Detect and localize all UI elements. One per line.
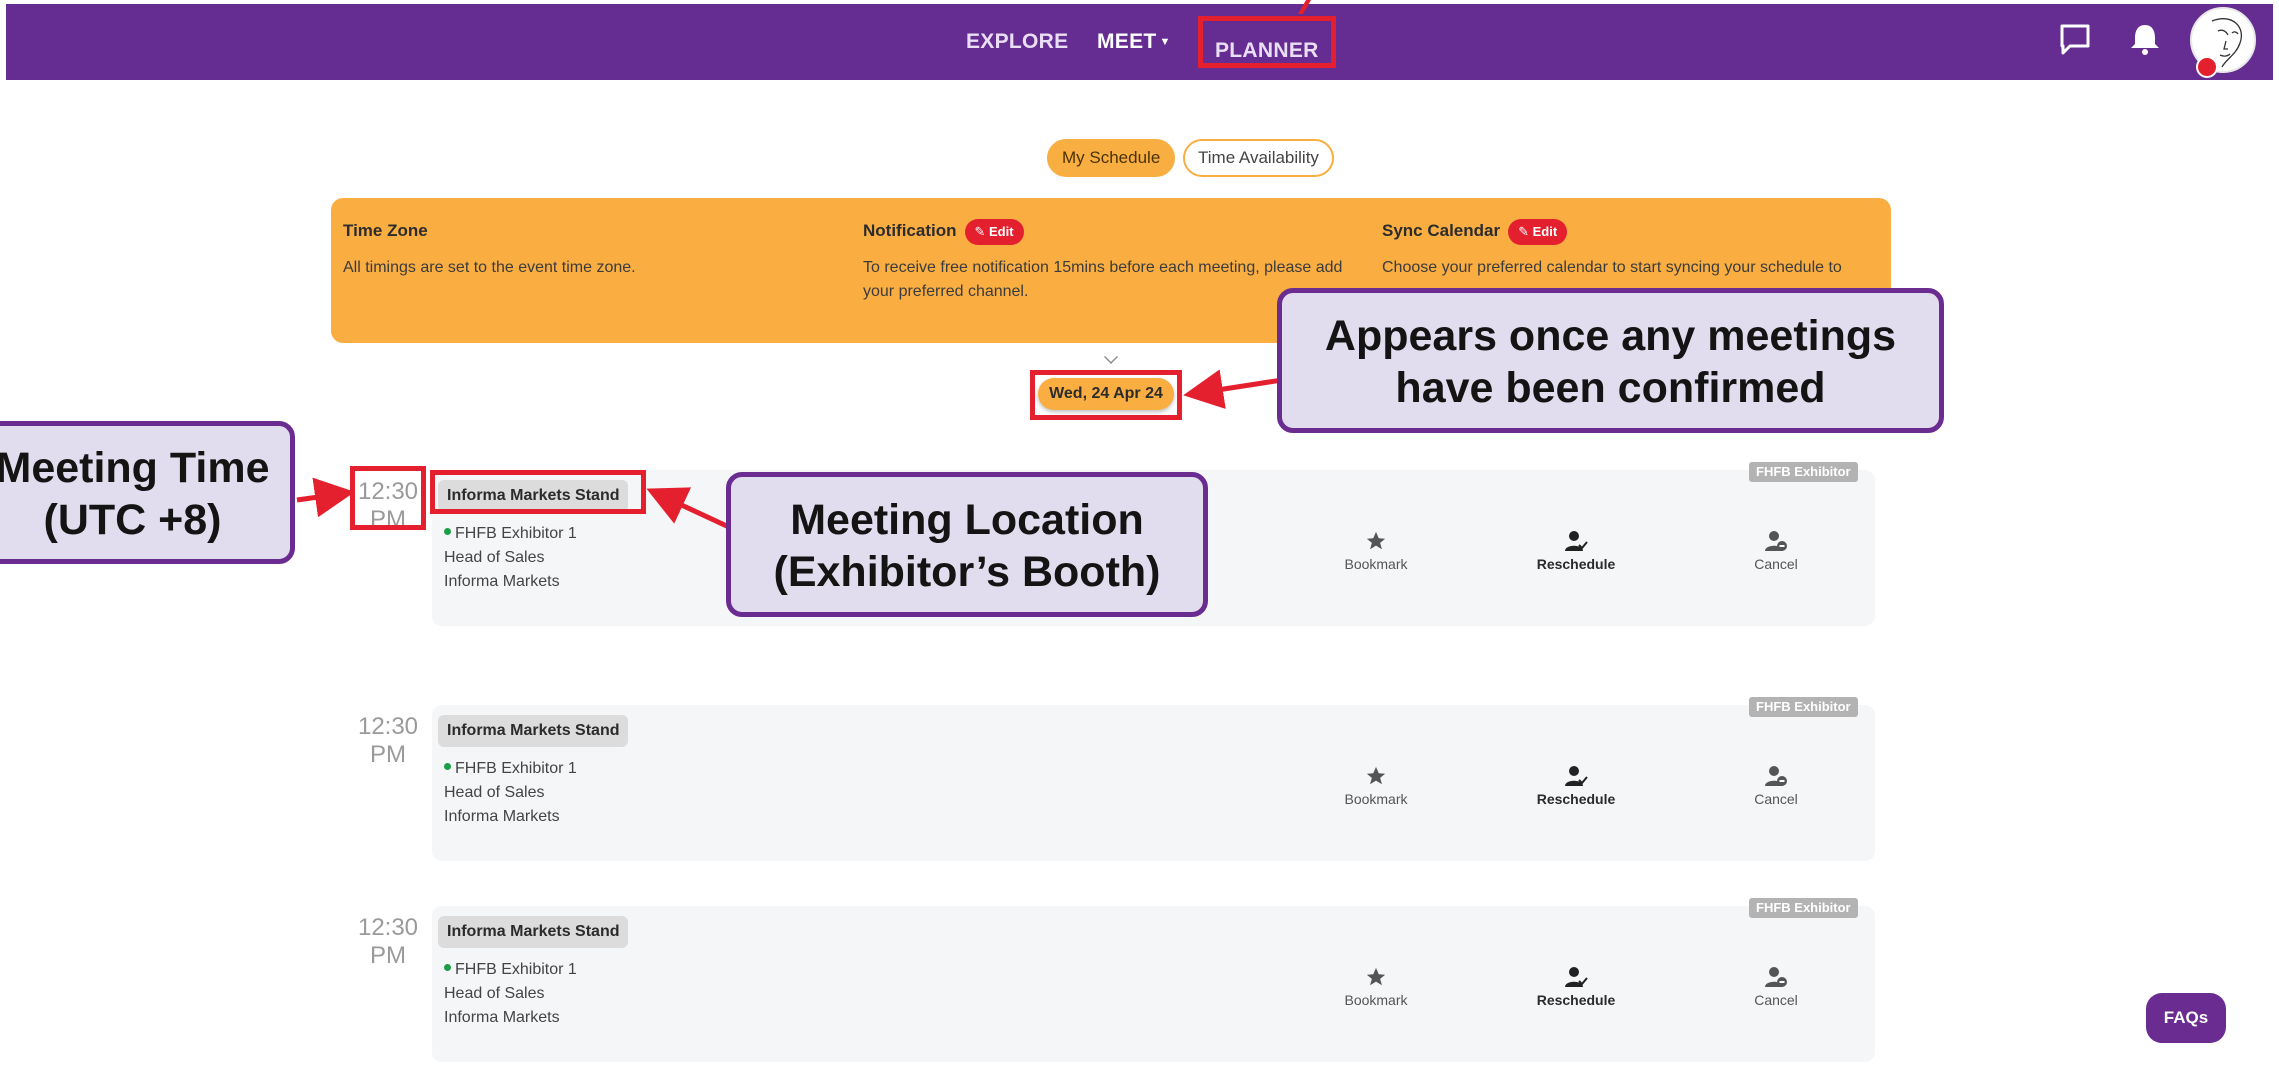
meeting-time: 12:30 PM — [350, 914, 426, 970]
annotation-highlight-location — [430, 470, 646, 514]
exhibitor-name[interactable]: FHFB Exhibitor 1 — [455, 961, 577, 978]
meeting-row: 12:30 PM FHFB Exhibitor Informa Markets S… — [0, 898, 2279, 1066]
meeting-card[interactable] — [432, 705, 1875, 861]
exhibitor-company: Informa Markets — [444, 573, 560, 590]
notification-section: Notification ✎ Edit To receive free notif… — [863, 216, 1343, 304]
tab-my-schedule[interactable]: My Schedule — [1047, 139, 1176, 177]
exhibitor-tag: FHFB Exhibitor — [1749, 462, 1858, 482]
meeting-time-period: PM — [370, 942, 406, 969]
callout-meeting-time-line2: (UTC +8) — [43, 496, 222, 544]
sync-title: Sync Calendar — [1382, 221, 1501, 240]
exhibitor-company: Informa Markets — [444, 808, 560, 825]
person-check-icon — [1565, 766, 1588, 786]
notification-text: To receive free notification 15mins befo… — [863, 259, 1343, 300]
sync-title-row: Sync Calendar ✎ Edit — [1382, 216, 1862, 246]
cancel-label: Cancel — [1754, 791, 1798, 807]
notification-edit-button[interactable]: ✎ Edit — [964, 218, 1024, 245]
bookmark-button[interactable]: Bookmark — [1316, 765, 1436, 807]
reschedule-button[interactable]: Reschedule — [1516, 966, 1636, 1008]
star-icon — [1366, 967, 1386, 986]
sync-calendar-section: Sync Calendar ✎ Edit Choose your preferre… — [1382, 216, 1862, 280]
faq-button[interactable]: FAQs — [2146, 993, 2226, 1043]
notification-title-row: Notification ✎ Edit — [863, 216, 1343, 246]
exhibitor-tag: FHFB Exhibitor — [1749, 697, 1858, 717]
nav-meet[interactable]: MEET ▼ — [1097, 0, 1171, 76]
bell-icon[interactable] — [2126, 20, 2164, 58]
cancel-button[interactable]: Cancel — [1716, 530, 1836, 572]
chat-icon[interactable] — [2056, 20, 2094, 58]
meeting-person: FHFB Exhibitor 1 Head of Sales Informa M… — [444, 958, 577, 1030]
sync-edit-button[interactable]: ✎ Edit — [1508, 218, 1568, 245]
callout-location-line1: Meeting Location — [790, 496, 1144, 544]
exhibitor-name[interactable]: FHFB Exhibitor 1 — [455, 760, 577, 777]
annotation-highlight-time — [350, 466, 426, 530]
meeting-time: 12:30 PM — [350, 713, 426, 769]
meeting-card[interactable] — [432, 906, 1875, 1062]
meeting-person: FHFB Exhibitor 1 Head of Sales Informa M… — [444, 522, 577, 594]
date-badge[interactable]: Wed, 24 Apr 24 — [1038, 378, 1174, 410]
reschedule-label: Reschedule — [1536, 556, 1616, 572]
cancel-button[interactable]: Cancel — [1716, 765, 1836, 807]
reschedule-label: Reschedule — [1536, 992, 1616, 1008]
meeting-time-hour: 12:30 — [357, 713, 419, 740]
timezone-text: All timings are set to the event time zo… — [343, 259, 636, 276]
star-icon — [1366, 766, 1386, 785]
exhibitor-role: Head of Sales — [444, 985, 545, 1002]
exhibitor-tag: FHFB Exhibitor — [1749, 898, 1858, 918]
bookmark-button[interactable]: Bookmark — [1316, 966, 1436, 1008]
online-status-icon — [444, 528, 451, 535]
cancel-label: Cancel — [1754, 556, 1798, 572]
person-remove-icon — [1765, 766, 1787, 786]
meeting-person: FHFB Exhibitor 1 Head of Sales Informa M… — [444, 757, 577, 829]
callout-meeting-time: Meeting Time (UTC +8) — [0, 421, 295, 564]
meeting-time-hour: 12:30 — [357, 914, 419, 941]
bookmark-label: Bookmark — [1344, 992, 1408, 1008]
online-status-icon — [444, 763, 451, 770]
cancel-label: Cancel — [1754, 992, 1798, 1008]
sync-text: Choose your preferred calendar to start … — [1382, 259, 1842, 276]
nav-meet-label: MEET — [1097, 30, 1157, 53]
nav-planner[interactable]: PLANNER — [1198, 16, 1336, 68]
meeting-location: Informa Markets Stand — [438, 916, 629, 948]
notification-title: Notification — [863, 221, 957, 240]
reschedule-button[interactable]: Reschedule — [1516, 765, 1636, 807]
person-remove-icon — [1765, 531, 1787, 551]
reschedule-button[interactable]: Reschedule — [1516, 530, 1636, 572]
exhibitor-role: Head of Sales — [444, 784, 545, 801]
callout-appears-line1: Appears once any meetings — [1324, 312, 1897, 360]
bookmark-button[interactable]: Bookmark — [1316, 530, 1436, 572]
star-icon — [1366, 531, 1386, 550]
tab-time-availability[interactable]: Time Availability — [1183, 139, 1334, 177]
timezone-section: Time Zone All timings are set to the eve… — [343, 216, 823, 280]
reschedule-label: Reschedule — [1536, 791, 1616, 807]
chevron-down-icon[interactable] — [1104, 350, 1118, 364]
callout-meeting-location: Meeting Location (Exhibitor’s Booth) — [726, 472, 1208, 617]
callout-appears-line2: have been confirmed — [1395, 364, 1826, 412]
timezone-title: Time Zone — [343, 221, 428, 240]
person-check-icon — [1565, 531, 1588, 551]
person-check-icon — [1565, 967, 1588, 987]
meeting-location: Informa Markets Stand — [438, 715, 629, 747]
callout-location-line2: (Exhibitor’s Booth) — [773, 548, 1161, 596]
nav-explore[interactable]: EXPLORE — [966, 0, 1068, 76]
chevron-down-icon: ▼ — [1159, 36, 1171, 48]
bookmark-label: Bookmark — [1344, 791, 1408, 807]
callout-appears-once: Appears once any meetings have been conf… — [1277, 288, 1944, 433]
edit-label: Edit — [1532, 223, 1558, 239]
cancel-button[interactable]: Cancel — [1716, 966, 1836, 1008]
online-status-icon — [444, 964, 451, 971]
exhibitor-company: Informa Markets — [444, 1009, 560, 1026]
status-dot — [2196, 56, 2218, 78]
exhibitor-name[interactable]: FHFB Exhibitor 1 — [455, 525, 577, 542]
meeting-time-period: PM — [370, 741, 406, 768]
person-remove-icon — [1765, 967, 1787, 987]
callout-meeting-time-line1: Meeting Time — [0, 444, 270, 492]
edit-label: Edit — [989, 223, 1014, 239]
meeting-row: 12:30 PM FHFB Exhibitor Informa Markets S… — [0, 697, 2279, 865]
exhibitor-role: Head of Sales — [444, 549, 545, 566]
bookmark-label: Bookmark — [1344, 556, 1408, 572]
